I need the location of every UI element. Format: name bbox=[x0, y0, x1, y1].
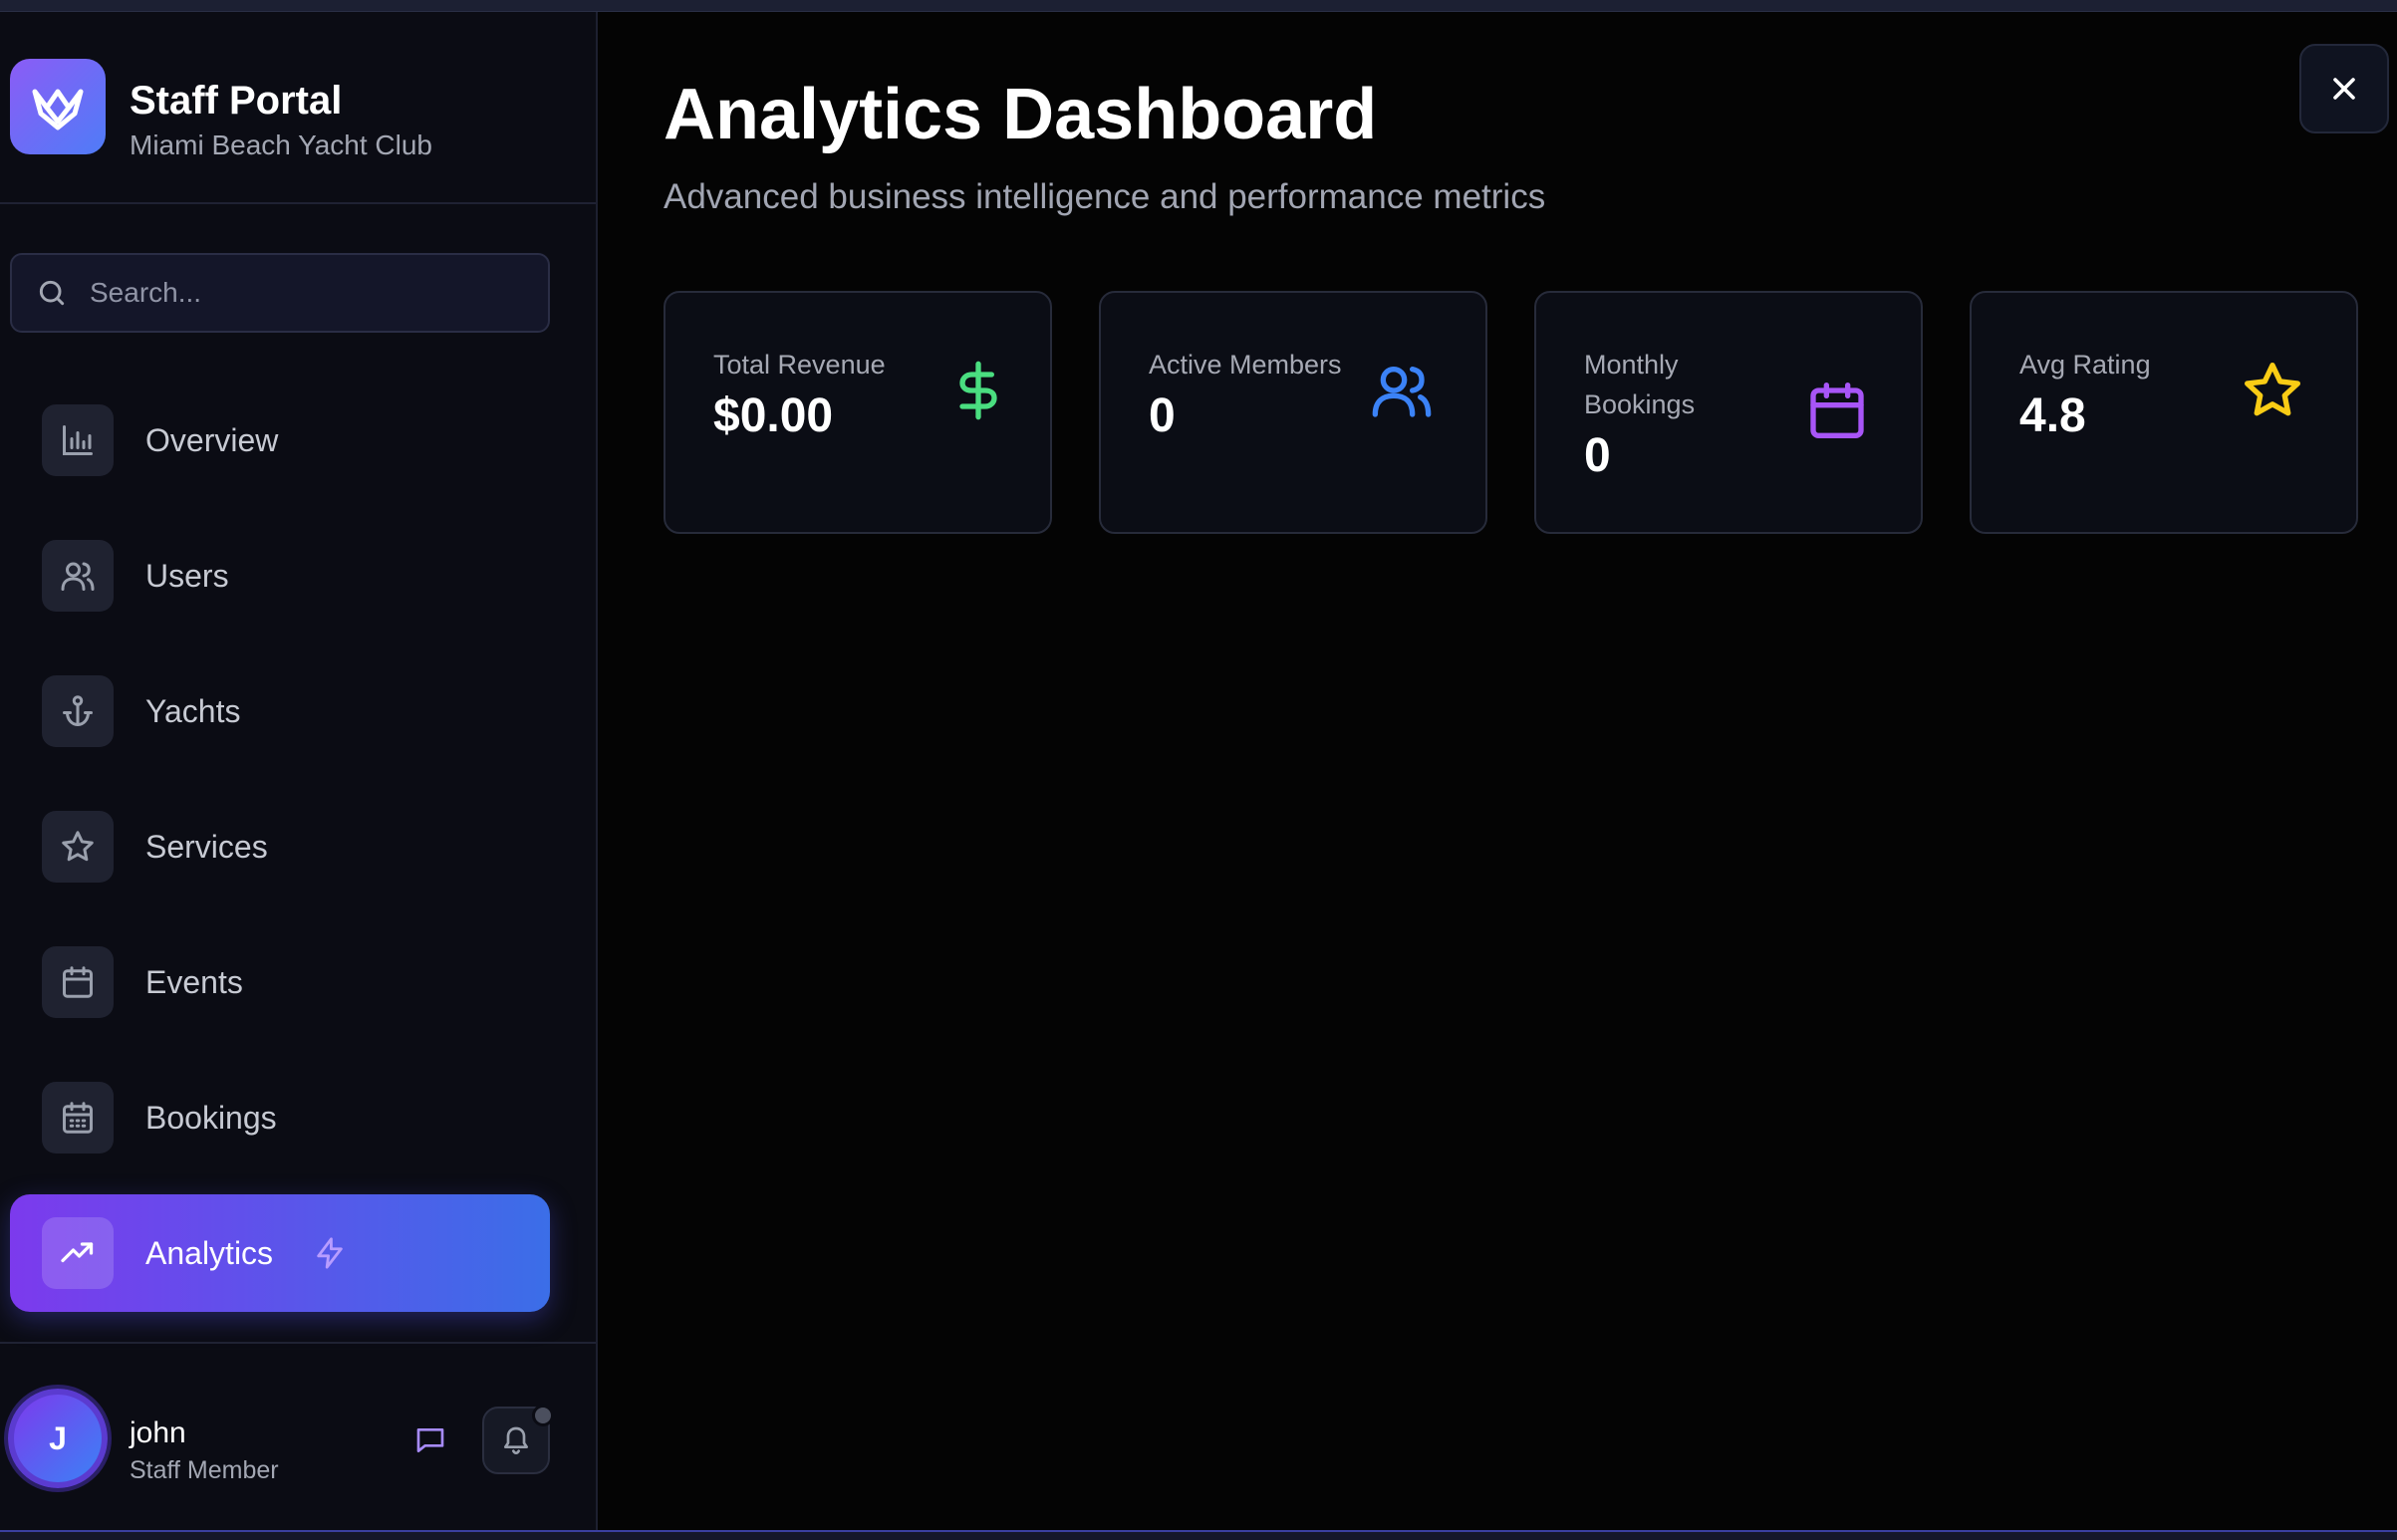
stat-card-active-members: Active Members 0 bbox=[1099, 291, 1487, 534]
search-box[interactable] bbox=[10, 253, 550, 333]
lightning-icon bbox=[317, 1237, 343, 1269]
message-icon bbox=[416, 1428, 444, 1452]
bar-chart-icon bbox=[42, 404, 114, 476]
logo-icon bbox=[10, 59, 106, 154]
calendar-icon bbox=[42, 946, 114, 1018]
sidebar-item-bookings[interactable]: Bookings bbox=[10, 1059, 550, 1176]
card-label: Monthly Bookings bbox=[1584, 350, 1696, 419]
window-top-bar bbox=[0, 0, 2397, 12]
main-content: Analytics Dashboard Advanced business in… bbox=[600, 12, 2397, 1530]
user-panel: J john Staff Member bbox=[0, 1367, 596, 1530]
page-title: Analytics Dashboard bbox=[664, 75, 1378, 154]
card-label: Active Members bbox=[1149, 350, 1342, 380]
calendar-icon bbox=[1810, 383, 1864, 438]
sidebar-item-label: Events bbox=[145, 963, 243, 1000]
sidebar-item-analytics[interactable]: Analytics bbox=[10, 1194, 550, 1312]
user-role: Staff Member bbox=[130, 1456, 279, 1484]
close-icon bbox=[2333, 78, 2355, 100]
stat-card-total-revenue: Total Revenue $0.00 bbox=[664, 291, 1052, 534]
card-value: 0 bbox=[1149, 389, 1176, 442]
avatar[interactable]: J bbox=[8, 1389, 108, 1488]
card-value: 0 bbox=[1584, 429, 1611, 482]
sidebar-item-label: Services bbox=[145, 828, 268, 865]
card-value: $0.00 bbox=[713, 389, 834, 442]
search-icon bbox=[39, 280, 65, 306]
brand-subtitle: Miami Beach Yacht Club bbox=[130, 129, 432, 160]
stat-card-monthly-bookings: Monthly Bookings 0 bbox=[1534, 291, 1923, 534]
star-icon bbox=[42, 811, 114, 883]
sidebar-item-label: Overview bbox=[145, 421, 279, 458]
close-button[interactable] bbox=[2299, 44, 2389, 133]
notification-dot bbox=[532, 1405, 554, 1426]
sidebar-item-label: Analytics bbox=[145, 1234, 274, 1271]
sidebar-item-yachts[interactable]: Yachts bbox=[10, 652, 550, 770]
sidebar-item-users[interactable]: Users bbox=[10, 517, 550, 635]
users-icon bbox=[42, 540, 114, 612]
anchor-icon bbox=[42, 675, 114, 747]
card-value: 4.8 bbox=[2019, 389, 2086, 442]
sidebar: Staff Portal Miami Beach Yacht Club Over… bbox=[0, 12, 598, 1530]
sidebar-item-overview[interactable]: Overview bbox=[10, 382, 550, 499]
sidebar-item-label: Bookings bbox=[145, 1099, 277, 1136]
card-label: Total Revenue bbox=[713, 350, 886, 380]
stat-card-avg-rating: Avg Rating 4.8 bbox=[1970, 291, 2358, 534]
bell-icon bbox=[504, 1426, 528, 1454]
trending-up-icon bbox=[42, 1217, 114, 1289]
page-subtitle: Advanced business intelligence and perfo… bbox=[664, 177, 1546, 216]
card-label: Avg Rating bbox=[2019, 350, 2151, 380]
sidebar-item-label: Yachts bbox=[145, 692, 241, 729]
divider bbox=[0, 202, 596, 204]
user-name: john bbox=[130, 1416, 186, 1449]
users-icon bbox=[1372, 367, 1432, 417]
divider bbox=[0, 1342, 596, 1344]
sidebar-item-services[interactable]: Services bbox=[10, 788, 550, 905]
dollar-icon bbox=[959, 361, 997, 420]
search-input[interactable] bbox=[90, 277, 528, 309]
sidebar-item-label: Users bbox=[145, 557, 229, 594]
messages-button[interactable] bbox=[410, 1420, 450, 1460]
star-icon bbox=[2245, 363, 2300, 416]
calendar-days-icon bbox=[42, 1082, 114, 1154]
brand-header: Staff Portal Miami Beach Yacht Club bbox=[10, 59, 588, 168]
window-bottom-bar bbox=[0, 1530, 2397, 1540]
brand-title: Staff Portal bbox=[130, 79, 343, 123]
sidebar-item-events[interactable]: Events bbox=[10, 923, 550, 1041]
